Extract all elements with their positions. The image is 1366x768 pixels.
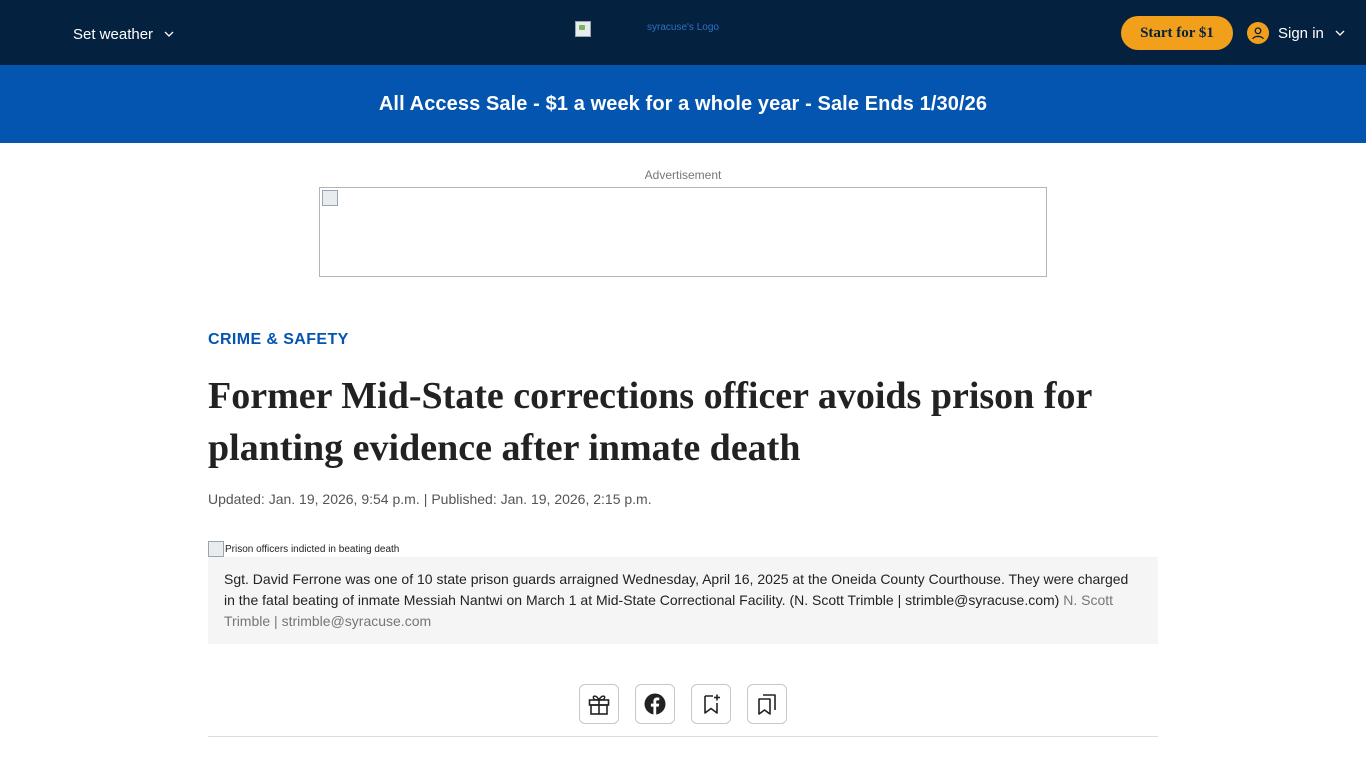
start-subscription-button[interactable]: Start for $1 <box>1121 16 1233 50</box>
dateline-separator: | <box>423 491 428 507</box>
article-dateline: Updated: Jan. 19, 2026, 9:54 p.m. | Publis… <box>208 491 652 507</box>
chevron-down-icon <box>1335 30 1345 36</box>
updated-timestamp: Updated: Jan. 19, 2026, 9:54 p.m. <box>208 491 420 507</box>
broken-image-icon <box>208 541 224 557</box>
gift-article-button[interactable] <box>579 684 619 724</box>
divider <box>208 736 1158 737</box>
logo-alt-text: syracuse's Logo <box>647 22 719 33</box>
user-avatar-icon <box>1247 22 1269 44</box>
share-facebook-button[interactable] <box>635 684 675 724</box>
saved-bookmarks-icon <box>758 694 776 715</box>
sign-in-label: Sign in <box>1278 24 1324 42</box>
set-weather-label: Set weather <box>73 25 154 43</box>
caption-text: Sgt. David Ferrone was one of 10 state p… <box>224 571 1129 608</box>
chevron-down-icon <box>164 31 174 37</box>
advertisement-slot[interactable] <box>319 187 1047 277</box>
photo-alt-text: Prison officers indicted in beating deat… <box>225 543 400 555</box>
sign-in-menu[interactable]: Sign in <box>1247 21 1346 45</box>
saved-articles-button[interactable] <box>747 684 787 724</box>
broken-image-icon <box>322 190 338 206</box>
facebook-icon <box>644 693 666 715</box>
article-photo[interactable]: Prison officers indicted in beating deat… <box>208 541 399 557</box>
save-article-button[interactable] <box>691 684 731 724</box>
site-logo[interactable]: syracuse's Logo <box>575 20 735 40</box>
photo-caption: Sgt. David Ferrone was one of 10 state p… <box>208 557 1158 644</box>
promo-banner: All Access Sale - $1 a week for a whole … <box>0 65 1366 143</box>
article-tools <box>579 684 787 724</box>
published-timestamp: Published: Jan. 19, 2026, 2:15 p.m. <box>431 491 652 507</box>
advertisement-label: Advertisement <box>644 168 722 182</box>
article-headline: Former Mid-State corrections officer avo… <box>208 375 1092 469</box>
gift-icon <box>588 695 610 715</box>
bookmark-add-icon <box>704 694 720 714</box>
broken-image-icon <box>575 21 591 37</box>
set-weather-dropdown[interactable]: Set weather <box>73 24 175 44</box>
promo-banner-link[interactable]: All Access Sale - $1 a week for a whole … <box>379 93 987 116</box>
section-link[interactable]: CRIME & SAFETY <box>208 331 349 349</box>
top-navigation-bar: Set weather syracuse's Logo Start for $1… <box>0 0 1366 65</box>
